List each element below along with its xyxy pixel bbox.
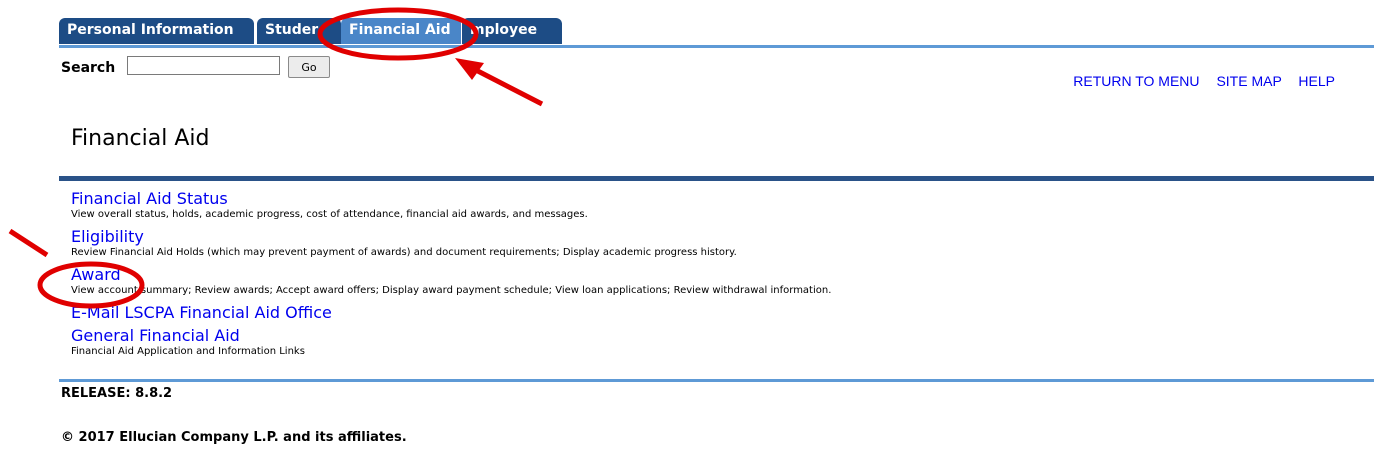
arrowhead-tab (455, 58, 484, 80)
financial-aid-menu: Financial Aid Status View overall status… (71, 189, 1351, 364)
tab-student[interactable]: Studer (257, 18, 341, 44)
eligibility-description: Review Financial Aid Holds (which may pr… (71, 247, 737, 258)
menu-item-financial-aid-status: Financial Aid Status View overall status… (71, 189, 1351, 227)
menu-item-email-office: E-Mail LSCPA Financial Aid Office (71, 303, 1351, 326)
financial-aid-status-description: View overall status, holds, academic pro… (71, 209, 588, 220)
financial-aid-status-link[interactable]: Financial Aid Status (71, 189, 1351, 208)
general-financial-aid-description: Financial Aid Application and Informatio… (71, 346, 305, 357)
menu-item-general-financial-aid: General Financial Aid Financial Aid Appl… (71, 326, 1351, 364)
site-map-link[interactable]: SITE MAP (1216, 73, 1281, 89)
pointer-line-award (8, 228, 49, 258)
tab-financial-aid[interactable]: Financial Aid (341, 18, 461, 44)
help-link[interactable]: HELP (1298, 73, 1335, 89)
general-financial-aid-link[interactable]: General Financial Aid (71, 326, 1351, 345)
arrow-line-tab (468, 64, 544, 107)
award-description: View account summary; Review awards; Acc… (71, 285, 832, 296)
menu-item-award: Award View account summary; Review award… (71, 265, 1351, 303)
search-input[interactable] (127, 56, 280, 75)
top-links: RETURN TO MENU SITE MAP HELP (1060, 73, 1335, 89)
return-to-menu-link[interactable]: RETURN TO MENU (1073, 73, 1199, 89)
award-link[interactable]: Award (71, 265, 1351, 284)
header-divider (59, 176, 1374, 181)
release-version: RELEASE: 8.8.2 (61, 386, 173, 401)
tab-underline (59, 45, 1374, 48)
copyright-notice: © 2017 Ellucian Company L.P. and its aff… (61, 430, 407, 445)
footer-divider (59, 379, 1374, 382)
search-label: Search (61, 60, 116, 76)
tab-personal-information[interactable]: Personal Information (59, 18, 254, 44)
email-office-link[interactable]: E-Mail LSCPA Financial Aid Office (71, 303, 1351, 322)
page-title: Financial Aid (71, 126, 210, 151)
tab-employee[interactable]: mployee (462, 18, 562, 44)
eligibility-link[interactable]: Eligibility (71, 227, 1351, 246)
go-button[interactable]: Go (288, 56, 330, 78)
menu-item-eligibility: Eligibility Review Financial Aid Holds (… (71, 227, 1351, 265)
